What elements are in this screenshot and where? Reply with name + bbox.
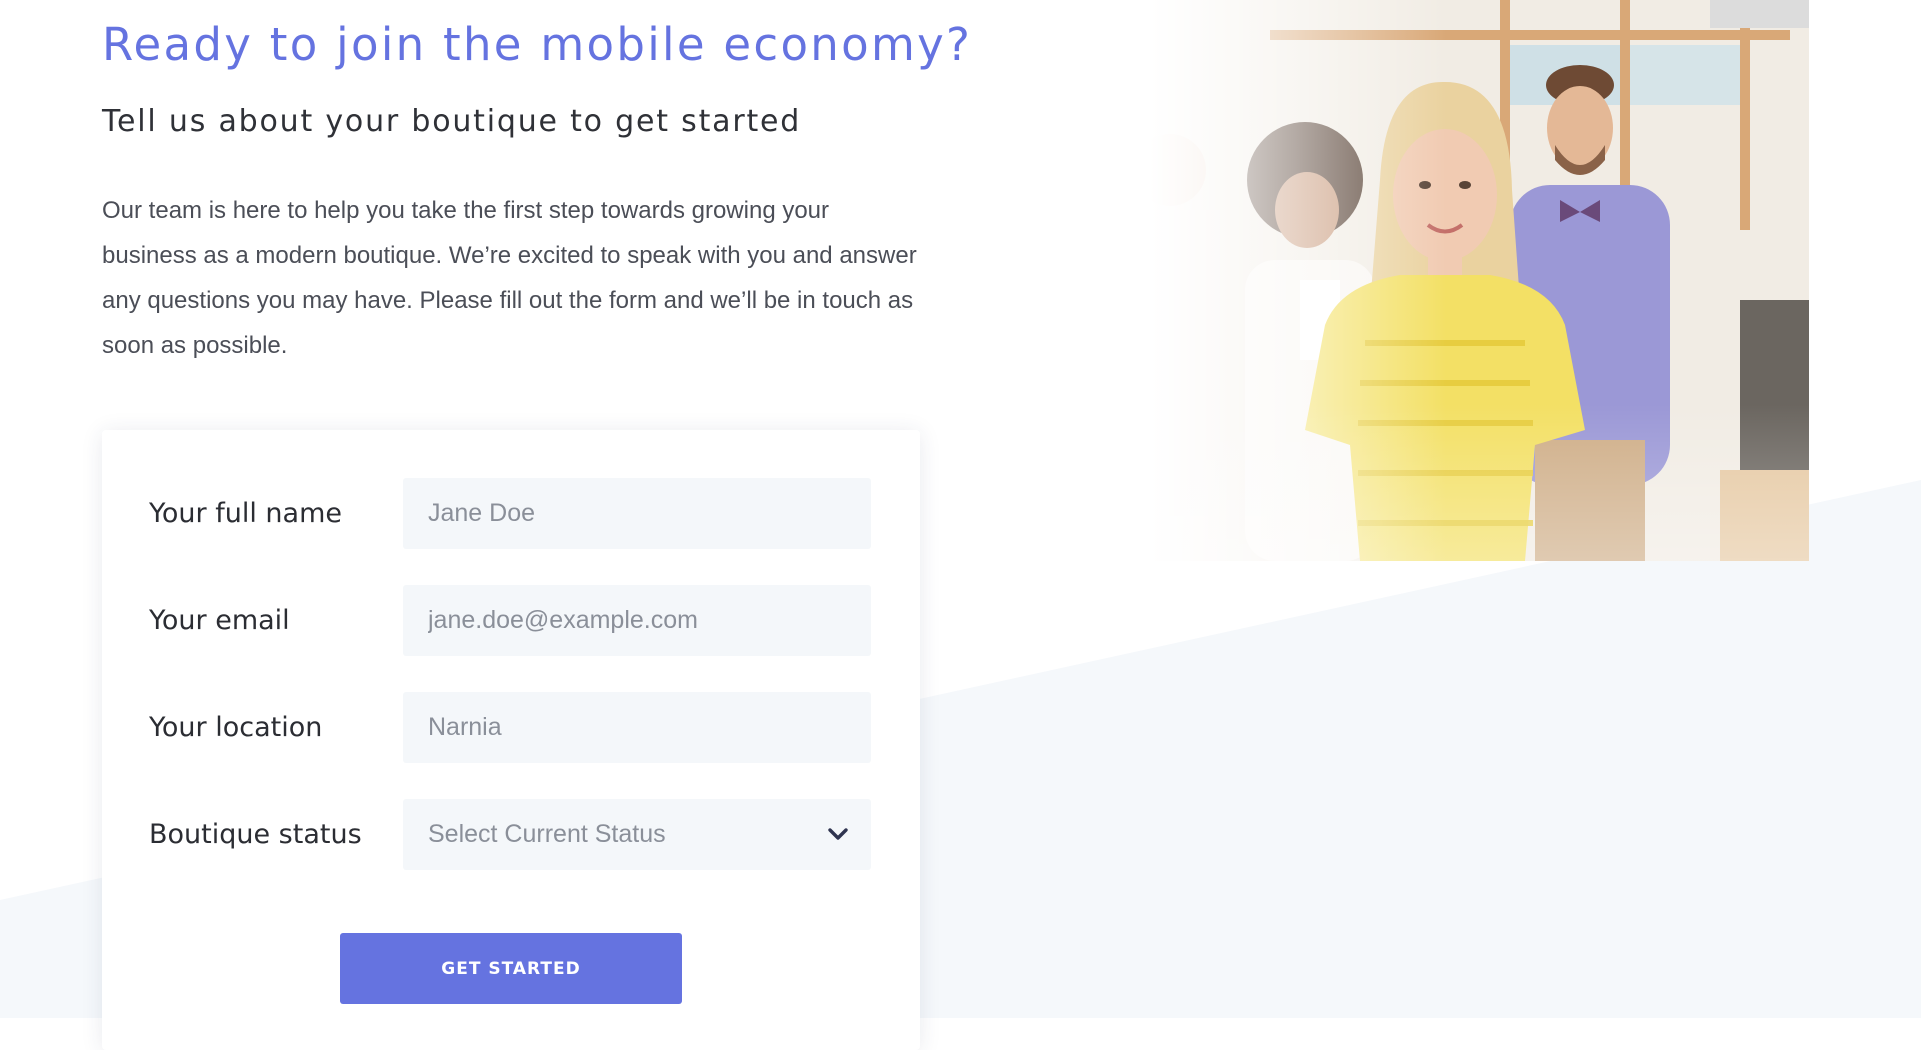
full-name-row: Your full name <box>149 478 871 549</box>
location-label: Your location <box>149 712 323 743</box>
intro-paragraph: Our team is here to help you take the fi… <box>102 197 917 359</box>
signup-form: Your full name Your email Your location … <box>102 430 920 1050</box>
status-selected-value: Select Current Status <box>428 820 666 848</box>
full-name-label: Your full name <box>149 498 342 529</box>
chevron-down-icon <box>828 828 848 840</box>
status-label: Boutique status <box>149 819 362 850</box>
team-photo <box>1150 0 1809 561</box>
location-row: Your location <box>149 692 871 763</box>
location-input[interactable] <box>403 692 871 763</box>
page-headline: Ready to join the mobile economy? <box>102 18 973 71</box>
email-row: Your email <box>149 585 871 656</box>
status-row: Boutique status Select Current Status <box>149 799 871 870</box>
page-subheadline: Tell us about your boutique to get start… <box>102 104 802 139</box>
email-input[interactable] <box>403 585 871 656</box>
get-started-button[interactable]: GET STARTED <box>340 933 682 1004</box>
email-label: Your email <box>149 605 290 636</box>
status-select[interactable]: Select Current Status <box>403 799 871 870</box>
full-name-input[interactable] <box>403 478 871 549</box>
